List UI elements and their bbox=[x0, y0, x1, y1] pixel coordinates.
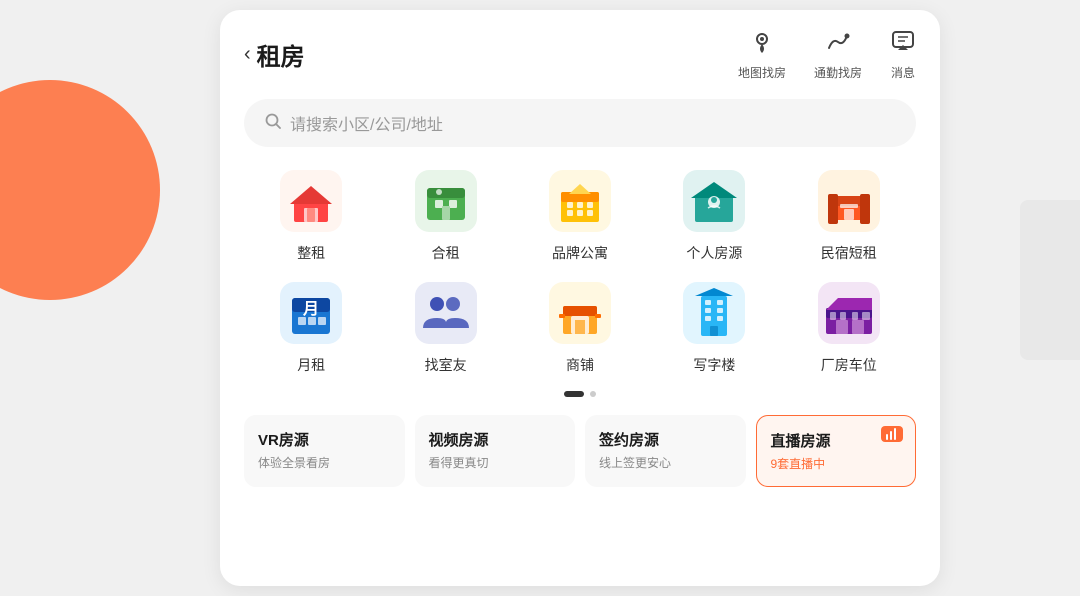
back-button[interactable]: ‹ bbox=[244, 43, 251, 66]
shop-label: 商铺 bbox=[566, 355, 594, 375]
live-badge bbox=[881, 426, 903, 442]
roommate-icon-box bbox=[412, 279, 480, 347]
bottom-cards-section: VR房源 体验全景看房 视频房源 看得更真切 签约房源 线上签更安心 直播房源 … bbox=[220, 415, 940, 487]
whole-rent-label: 整租 bbox=[297, 243, 325, 263]
search-placeholder: 请搜索小区/公司/地址 bbox=[290, 111, 443, 135]
icon-grid-row2: 月 月租 找室友 bbox=[244, 279, 916, 375]
message-icon bbox=[890, 28, 916, 60]
whole-rent-item[interactable]: 整租 bbox=[244, 167, 378, 263]
shared-rent-item[interactable]: 合租 bbox=[378, 167, 512, 263]
map-find-action[interactable]: 地图找房 bbox=[738, 28, 786, 81]
svg-text:月: 月 bbox=[302, 300, 319, 318]
vr-title: VR房源 bbox=[258, 429, 391, 450]
brand-apt-icon-box bbox=[546, 167, 614, 235]
signed-card[interactable]: 签约房源 线上签更安心 bbox=[585, 415, 746, 487]
commute-find-action[interactable]: 通勤找房 bbox=[814, 28, 862, 81]
search-icon bbox=[264, 112, 282, 135]
map-icon bbox=[749, 28, 775, 60]
office-item[interactable]: 写字楼 bbox=[647, 279, 781, 375]
back-title-group: ‹ 租房 bbox=[244, 37, 305, 72]
vr-sub: 体验全景看房 bbox=[258, 454, 391, 471]
top-bar: ‹ 租房 地图找房 bbox=[220, 10, 940, 91]
office-label: 写字楼 bbox=[693, 355, 735, 375]
message-label: 消息 bbox=[891, 64, 915, 81]
office-icon-box bbox=[680, 279, 748, 347]
icon-grid-row1: 整租 合租 bbox=[244, 167, 916, 263]
message-action[interactable]: 消息 bbox=[890, 28, 916, 81]
grid-section: 整租 合租 bbox=[220, 167, 940, 375]
roommate-label: 找室友 bbox=[425, 355, 467, 375]
shop-icon-box bbox=[546, 279, 614, 347]
monthly-item[interactable]: 月 月租 bbox=[244, 279, 378, 375]
factory-item[interactable]: 厂房车位 bbox=[782, 279, 916, 375]
minsu-item[interactable]: 民宿短租 bbox=[782, 167, 916, 263]
vr-card[interactable]: VR房源 体验全景看房 bbox=[244, 415, 405, 487]
live-sub: 9套直播中 bbox=[771, 455, 902, 472]
monthly-icon-box: 月 bbox=[277, 279, 345, 347]
search-bar[interactable]: 请搜索小区/公司/地址 bbox=[244, 99, 916, 147]
shared-rent-label: 合租 bbox=[432, 243, 460, 263]
whole-rent-icon-box bbox=[277, 167, 345, 235]
page-dots bbox=[220, 391, 940, 397]
personal-label: 个人房源 bbox=[686, 243, 742, 263]
minsu-label: 民宿短租 bbox=[821, 243, 877, 263]
signed-sub: 线上签更安心 bbox=[599, 454, 732, 471]
left-circle-decoration bbox=[0, 80, 160, 300]
dot-inactive bbox=[590, 391, 596, 397]
top-actions-group: 地图找房 通勤找房 bbox=[738, 28, 916, 81]
live-card[interactable]: 直播房源 9套直播中 bbox=[756, 415, 917, 487]
factory-label: 厂房车位 bbox=[821, 355, 877, 375]
minsu-icon-box bbox=[815, 167, 883, 235]
factory-icon-box bbox=[815, 279, 883, 347]
commute-label: 通勤找房 bbox=[814, 64, 862, 81]
right-decoration bbox=[1020, 200, 1080, 360]
shared-rent-icon-box bbox=[412, 167, 480, 235]
brand-apt-item[interactable]: 品牌公寓 bbox=[513, 167, 647, 263]
dot-active bbox=[564, 391, 584, 397]
video-sub: 看得更真切 bbox=[429, 454, 562, 471]
video-card[interactable]: 视频房源 看得更真切 bbox=[415, 415, 576, 487]
signed-title: 签约房源 bbox=[599, 429, 732, 450]
shop-item[interactable]: 商铺 bbox=[513, 279, 647, 375]
personal-icon-box bbox=[680, 167, 748, 235]
personal-item[interactable]: 个人房源 bbox=[647, 167, 781, 263]
main-card: ‹ 租房 地图找房 bbox=[220, 10, 940, 586]
brand-apt-label: 品牌公寓 bbox=[552, 243, 608, 263]
video-title: 视频房源 bbox=[429, 429, 562, 450]
page-title: 租房 bbox=[257, 37, 305, 72]
map-label: 地图找房 bbox=[738, 64, 786, 81]
roommate-item[interactable]: 找室友 bbox=[378, 279, 512, 375]
commute-icon bbox=[825, 28, 851, 60]
monthly-label: 月租 bbox=[297, 355, 325, 375]
